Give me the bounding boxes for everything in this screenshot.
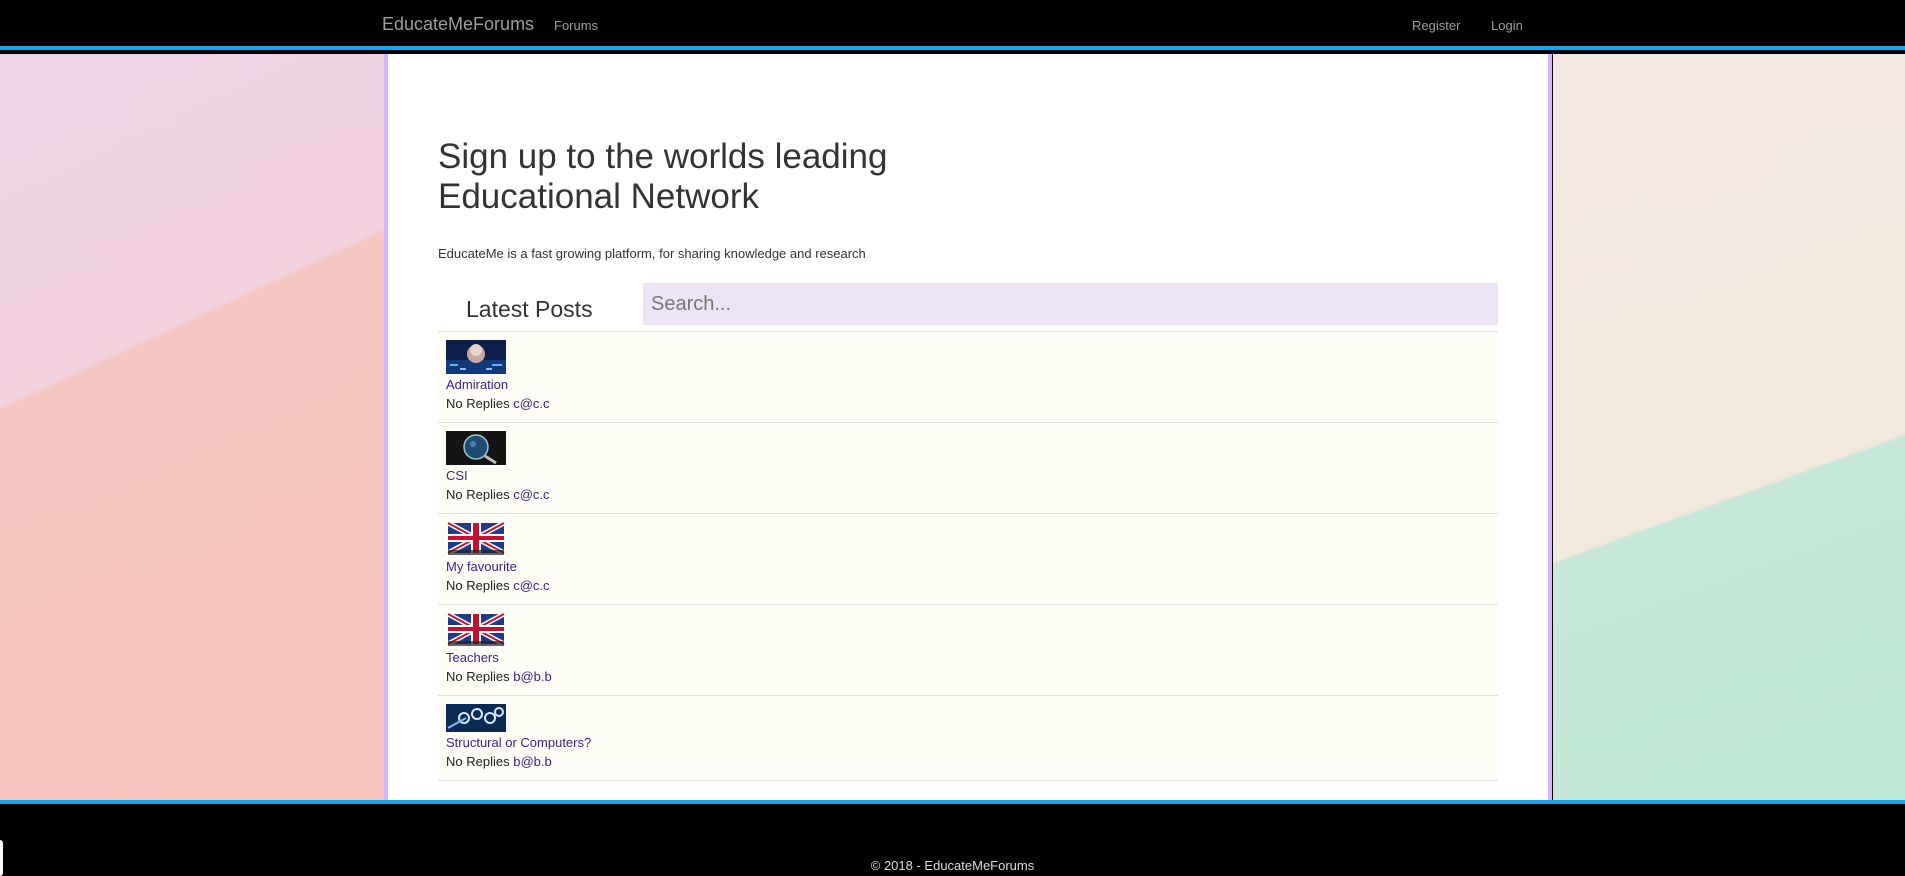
replies-count: No Replies [446,669,510,684]
latest-posts-heading: Latest Posts [466,296,593,322]
post-title-link[interactable]: Admiration [446,376,1490,394]
list-item: CSI No Replies c@c.c [438,423,1498,514]
post-author-link[interactable]: c@c.c [513,396,549,411]
replies-count: No Replies [446,396,510,411]
nav-forums-link[interactable]: Forums [554,18,598,33]
search-input[interactable] [643,283,1498,327]
post-meta: No Replies c@c.c [446,576,1490,596]
background-left-panel [0,54,390,800]
post-meta: No Replies c@c.c [446,394,1490,414]
post-title-link[interactable]: My favourite [446,558,1490,576]
top-navbar: EducateMeForums Forums Register Login [0,0,1905,50]
post-author-link[interactable]: c@c.c [513,487,549,502]
list-item: Admiration No Replies c@c.c [438,332,1498,423]
list-item: My favourite No Replies c@c.c [438,514,1498,605]
post-author-link[interactable]: b@b.b [513,754,552,769]
posts-list: Admiration No Replies c@c.c CSI No Repli… [438,331,1498,781]
hero-title: Sign up to the worlds leading Educationa… [438,137,888,216]
replies-count: No Replies [446,754,510,769]
post-meta: No Replies b@b.b [446,667,1490,687]
post-title-link[interactable]: CSI [446,467,1490,485]
replies-count: No Replies [446,578,510,593]
uk-flag-image[interactable] [446,613,506,647]
list-item: Teachers No Replies b@b.b [438,605,1498,696]
post-author-link[interactable]: c@c.c [513,578,549,593]
magnifying-glass-image[interactable] [446,431,506,465]
post-meta: No Replies c@c.c [446,485,1490,505]
post-author-link[interactable]: b@b.b [513,669,552,684]
post-title-link[interactable]: Structural or Computers? [446,734,1490,752]
background-right-panel [1553,54,1905,800]
nav-register-link[interactable]: Register [1412,18,1460,33]
nav-login-link[interactable]: Login [1491,18,1523,33]
replies-count: No Replies [446,487,510,502]
robot-face-image[interactable] [446,340,506,374]
post-title-link[interactable]: Teachers [446,649,1490,667]
brand-link[interactable]: EducateMeForums [382,14,534,35]
list-item: Structural or Computers? No Replies b@b.… [438,696,1498,781]
post-meta: No Replies b@b.b [446,752,1490,772]
corner-scroll-marker [0,840,3,876]
gears-image[interactable] [446,704,506,732]
main-container: Sign up to the worlds leading Educationa… [384,54,1552,800]
uk-flag-image[interactable] [446,522,506,556]
hero-lead: EducateMe is a fast growing platform, fo… [438,246,866,261]
footer-copyright: © 2018 - EducateMeForums [870,858,1035,873]
